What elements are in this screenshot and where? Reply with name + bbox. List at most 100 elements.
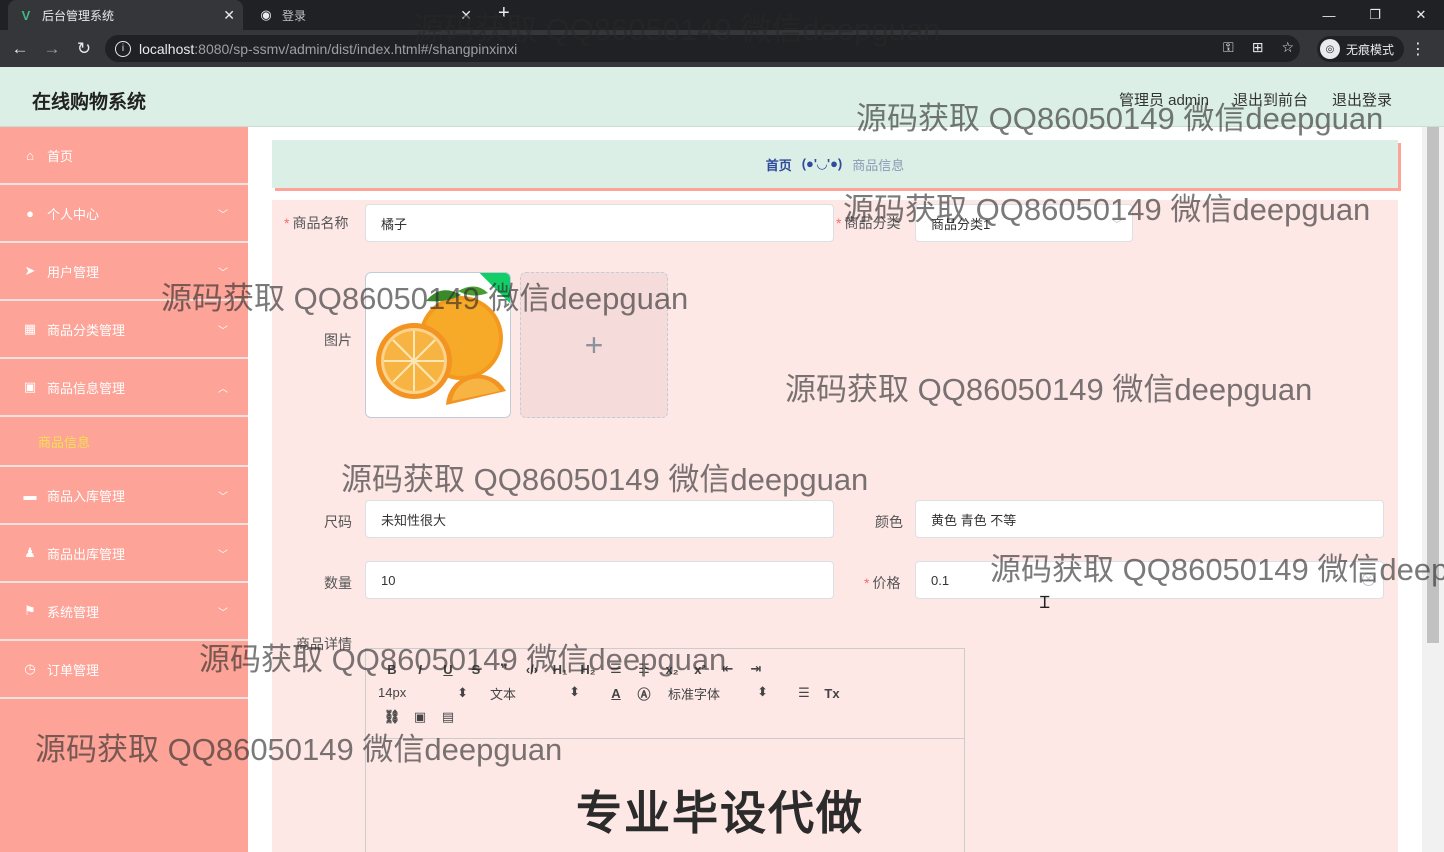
- sidebar-item-label: 商品入库管理: [47, 488, 126, 504]
- admin-label: 管理员 admin: [1118, 92, 1209, 109]
- sidebar-item-label: 个人中心: [47, 206, 100, 222]
- breadcrumb-separator: (●'◡'●): [801, 156, 843, 171]
- key-icon[interactable]: ⚿: [1223, 39, 1234, 56]
- bold-icon[interactable]: B: [378, 662, 406, 677]
- upload-add-button[interactable]: +: [520, 272, 668, 418]
- background-color-icon[interactable]: Ⓐ: [630, 684, 658, 703]
- restore-icon[interactable]: ❐: [1352, 0, 1398, 30]
- subscript-icon[interactable]: x₂: [658, 662, 686, 677]
- uploaded-image[interactable]: [365, 272, 511, 418]
- sidebar-item-stock-in[interactable]: ▬ 商品入库管理 ﹀: [0, 467, 248, 525]
- url-bar[interactable]: i localhost :8080/sp-ssmv/admin/dist/ind…: [105, 35, 1300, 62]
- forward-icon[interactable]: →: [36, 39, 68, 59]
- quote-icon[interactable]: ❞: [490, 661, 518, 677]
- sidebar-item-category[interactable]: ▦ 商品分类管理 ﹀: [0, 301, 248, 359]
- select-arrows-icon: ⬍: [457, 685, 468, 700]
- strike-icon[interactable]: S: [462, 662, 490, 677]
- browser-tab-bar: V 后台管理系统 ✕ ◉ 登录 ✕ + — ❐ ✕: [0, 0, 1444, 30]
- sidebar-item-orders[interactable]: ◷ 订单管理: [0, 641, 248, 699]
- info-icon[interactable]: i: [115, 40, 131, 57]
- italic-icon[interactable]: I: [406, 662, 434, 677]
- image-label: 图片: [324, 332, 352, 348]
- indent-icon[interactable]: ⇥: [742, 661, 770, 677]
- flag-icon: ⚑: [24, 603, 36, 618]
- translate-icon[interactable]: ⊞: [1252, 39, 1264, 56]
- ordered-list-icon[interactable]: ☰: [602, 661, 630, 677]
- image-icon[interactable]: ▣: [406, 709, 434, 725]
- user-icon: ●: [26, 205, 34, 221]
- menu-dots-icon[interactable]: ⋮: [1410, 39, 1426, 59]
- tab-login[interactable]: ◉ 登录 ✕: [248, 0, 480, 30]
- to-front-link[interactable]: 退出到前台: [1233, 89, 1308, 110]
- logout-link[interactable]: 退出登录: [1332, 89, 1392, 110]
- align-icon[interactable]: ☰: [790, 685, 818, 701]
- outdent-icon[interactable]: ⇤: [714, 661, 742, 677]
- h2-icon[interactable]: H₂: [574, 662, 602, 677]
- url-actions: ⚿ ⊞ ☆: [1223, 39, 1294, 56]
- url-host: localhost: [139, 40, 195, 57]
- text-cursor-icon: Ɪ: [1040, 593, 1050, 612]
- font-color-icon[interactable]: A: [602, 686, 630, 701]
- app-title: 在线购物系统: [32, 92, 147, 113]
- ticket-icon: ▬: [23, 487, 37, 503]
- sidebar-item-product[interactable]: ▣ 商品信息管理 ︿: [0, 359, 248, 417]
- incognito-badge[interactable]: ◎ 无痕模式: [1316, 36, 1404, 62]
- rich-text-editor: B I U S ❞ ‹/› H₁ H₂ ☰ ☷ x₂ x² ⇤ ⇥ 14px ⬍…: [365, 648, 965, 852]
- tab-admin[interactable]: V 后台管理系统 ✕: [8, 0, 243, 30]
- sidebar-item-profile[interactable]: ● 个人中心 ﹀: [0, 185, 248, 243]
- superscript-icon[interactable]: x²: [686, 662, 714, 677]
- sidebar-item-stock-out[interactable]: ♟ 商品出库管理 ﹀: [0, 525, 248, 583]
- tab-admin-title: 后台管理系统: [42, 8, 115, 23]
- underline-icon[interactable]: U: [434, 662, 462, 677]
- code-icon[interactable]: ‹/›: [518, 662, 546, 677]
- video-icon[interactable]: ▤: [434, 709, 462, 725]
- product-form: * 商品名称 橘子 * 商品分类 商品分类1 ﹀ 图片 + 尺码 未知性很大 颜…: [272, 200, 1398, 852]
- product-name-input[interactable]: 橘子: [365, 204, 834, 242]
- close-tab-icon[interactable]: ✕: [460, 7, 472, 24]
- sidebar-item-home[interactable]: ⌂ 首页: [0, 127, 248, 185]
- incognito-label: 无痕模式: [1345, 42, 1394, 57]
- sidebar-item-system[interactable]: ⚑ 系统管理 ﹀: [0, 583, 248, 641]
- sidebar-item-users[interactable]: ➤ 用户管理 ﹀: [0, 243, 248, 301]
- app: 在线购物系统 管理员 admin 退出到前台 退出登录 ⌂ 首页 ● 个人中心 …: [0, 67, 1444, 852]
- url-path: :8080/sp-ssmv/admin/dist/index.html#/sha…: [194, 40, 518, 57]
- font-size-select[interactable]: 14px ⬍: [378, 685, 468, 701]
- color-input[interactable]: 黄色 青色 不等: [915, 500, 1384, 538]
- breadcrumb-home[interactable]: 首页: [766, 155, 792, 174]
- reload-icon[interactable]: ↻: [68, 39, 100, 59]
- close-window-icon[interactable]: ✕: [1398, 0, 1444, 30]
- clear-format-icon[interactable]: Tx: [818, 686, 846, 701]
- star-icon[interactable]: ☆: [1281, 39, 1294, 56]
- category-label: * 商品分类: [836, 215, 901, 231]
- font-family-select[interactable]: 标准字体 ⬍: [668, 684, 768, 703]
- sidebar-item-label: 订单管理: [47, 662, 100, 678]
- new-tab-icon[interactable]: +: [498, 2, 510, 25]
- editor-toolbar: B I U S ❞ ‹/› H₁ H₂ ☰ ☷ x₂ x² ⇤ ⇥ 14px ⬍…: [366, 649, 964, 739]
- close-tab-icon[interactable]: ✕: [223, 7, 235, 24]
- size-input[interactable]: 未知性很大: [365, 500, 834, 538]
- select-arrows-icon: ⬍: [757, 683, 768, 699]
- h1-icon[interactable]: H₁: [546, 662, 574, 677]
- page-scrollbar[interactable]: [1422, 127, 1444, 852]
- incognito-icon: ◎: [1319, 39, 1340, 59]
- price-input[interactable]: 0.1 ✕: [915, 561, 1384, 599]
- clock-icon: ◷: [24, 661, 36, 676]
- home-icon: ⌂: [26, 147, 34, 163]
- sidebar-subitem-product-info[interactable]: 商品信息: [0, 417, 248, 467]
- scrollbar-thumb[interactable]: [1427, 127, 1439, 643]
- clear-icon[interactable]: ✕: [1362, 573, 1375, 586]
- tab-login-title: 登录: [282, 8, 307, 23]
- sidebar-item-label: 首页: [47, 148, 74, 164]
- bullet-list-icon[interactable]: ☷: [630, 661, 658, 677]
- category-select[interactable]: 商品分类1 ﹀: [915, 204, 1133, 242]
- app-header: 在线购物系统 管理员 admin 退出到前台 退出登录: [0, 67, 1444, 127]
- link-icon[interactable]: ⛓: [378, 709, 406, 725]
- format-select[interactable]: 文本 ⬍: [490, 684, 580, 703]
- minimize-icon[interactable]: —: [1306, 0, 1352, 30]
- sidebar-item-label: 商品分类管理: [47, 322, 126, 338]
- back-icon[interactable]: ←: [4, 39, 36, 59]
- person-icon: ♟: [24, 545, 36, 560]
- editor-content[interactable]: 专业毕设代做: [366, 739, 964, 852]
- name-label: * 商品名称: [284, 215, 349, 231]
- qty-input[interactable]: 10: [365, 561, 834, 599]
